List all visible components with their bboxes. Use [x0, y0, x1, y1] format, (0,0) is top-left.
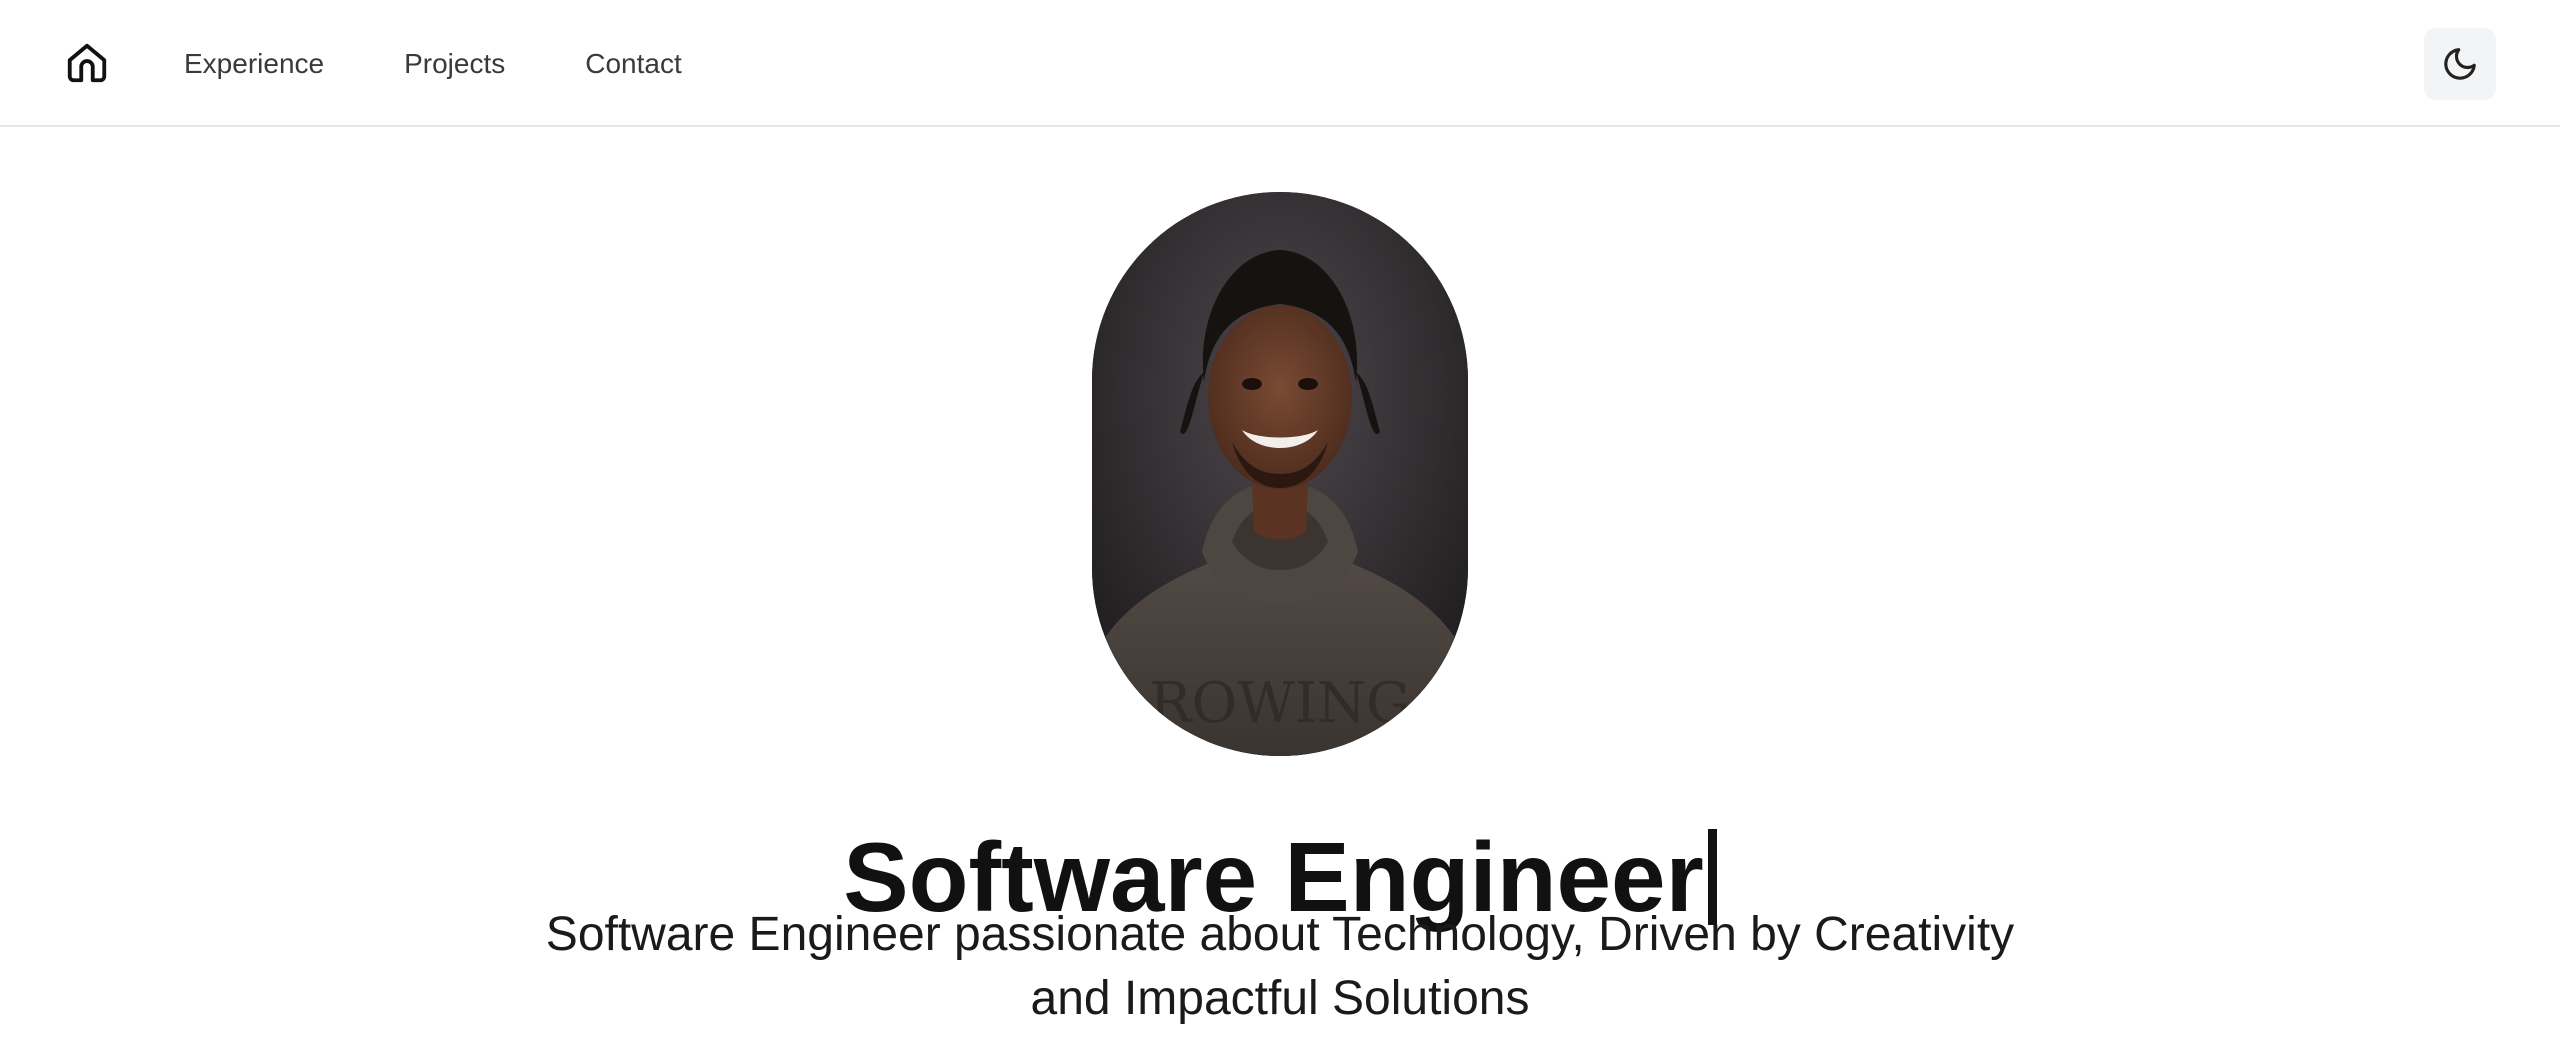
nav-links: Experience Projects Contact [184, 44, 762, 84]
nav-link-experience[interactable]: Experience [184, 44, 324, 84]
theme-toggle-button[interactable] [2424, 28, 2496, 100]
moon-icon [2444, 48, 2476, 80]
home-icon [67, 43, 107, 83]
profile-avatar: ROWING [1092, 192, 1468, 756]
nav-link-projects[interactable]: Projects [404, 44, 505, 84]
profile-photo: ROWING [1092, 192, 1468, 756]
nav-link-contact[interactable]: Contact [585, 44, 682, 84]
svg-text:ROWING: ROWING [1149, 671, 1411, 736]
hero-subtitle-line2: and Impactful Solutions [1030, 972, 1530, 1025]
home-link[interactable] [64, 40, 110, 86]
hero-subtitle-line1: Software Engineer passionate about Techn… [545, 908, 2015, 961]
top-navbar: Experience Projects Contact [0, 0, 2560, 127]
hero-subtitle: Software Engineer passionate about Techn… [530, 903, 2030, 1031]
hero-section: ROWING Software Engineer Software Engine… [0, 127, 2560, 1056]
